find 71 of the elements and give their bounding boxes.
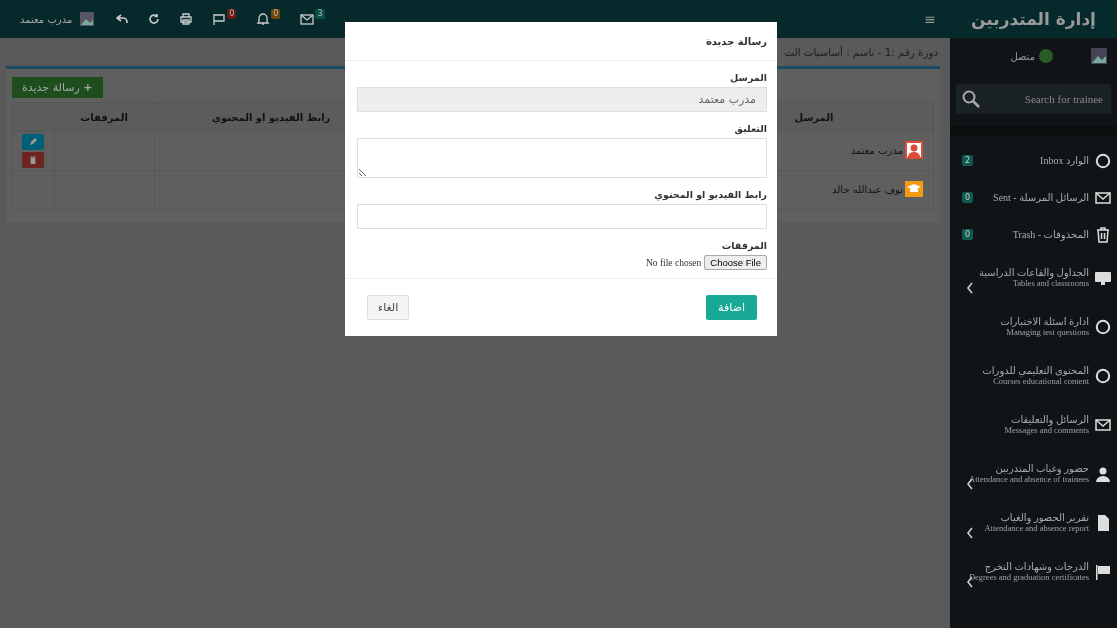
sidebar-sublabel: Attendance and absence of trainees: [969, 474, 1089, 484]
flag-icon[interactable]: [212, 13, 227, 25]
sidebar-label: الرسائل المرسلة - Sent: [993, 192, 1089, 203]
app-title: إدارة المتدربين: [971, 9, 1096, 29]
sidebar-label: تقرير الحصور والغياب: [999, 512, 1089, 523]
sidebar-icon: [1095, 563, 1111, 580]
sidebar-label: الوارد Inbox: [1040, 155, 1089, 166]
search-box[interactable]: Search for trainee: [956, 84, 1111, 114]
sidebar-icon: [1095, 416, 1111, 433]
sidebar-sublabel: Courses educational content: [993, 376, 1089, 386]
sidebar-sublabel: Degrees and graduation certificates: [968, 572, 1089, 582]
field-label: رابط الفيديو او المحتوي: [654, 189, 767, 200]
link-field[interactable]: [357, 204, 767, 229]
sidebar-icon: [1095, 152, 1111, 169]
sidebar-icon: [1095, 189, 1111, 206]
sidebar-sublabel: Messages and comments: [1004, 425, 1089, 435]
sender-name: مدرب معتمد: [850, 144, 903, 156]
avatar-icon: [1089, 46, 1109, 66]
sidebar-sublabel: Tables and classrooms: [1011, 278, 1089, 288]
delete-button[interactable]: [22, 152, 45, 168]
sidebar-icon: [1095, 465, 1111, 482]
comment-field[interactable]: [357, 138, 767, 178]
pencil-icon: [29, 138, 38, 146]
field-label: التعليق: [734, 123, 767, 134]
page-title: دورة رقم :1 - باسم : أساسيات الت: [783, 44, 939, 61]
column-header: المرفقات: [80, 111, 128, 123]
edit-button[interactable]: [22, 134, 45, 150]
reply-icon[interactable]: [116, 13, 129, 25]
count-badge: 0: [227, 9, 237, 19]
count-badge: 0: [271, 9, 281, 19]
avatar-icon[interactable]: [78, 10, 97, 28]
file-status: No file chosen: [645, 257, 702, 268]
field-label: المرفقات: [721, 240, 767, 251]
sidebar-icon: [1095, 367, 1111, 384]
sidebar-icon: [1095, 226, 1111, 243]
menu-icon[interactable]: ≡: [918, 11, 942, 27]
new-message-button[interactable]: + رسالة جديدة: [12, 77, 103, 98]
sidebar-label: الرسائل والتعليقات: [1010, 414, 1089, 425]
column-header: رابط الفيديو او المحتوي: [211, 111, 331, 123]
field-label: المرسل: [730, 72, 767, 83]
sender-name: نوف عبدالله خالد: [832, 183, 903, 195]
sidebar-icon: [1095, 269, 1111, 286]
sidebar-label: حضور وغياب المتدربين: [994, 463, 1089, 474]
printer-icon[interactable]: [180, 13, 193, 25]
count-badge: 3: [315, 9, 325, 19]
sidebar-icon: [1095, 514, 1111, 531]
cancel-button[interactable]: الغاء: [367, 295, 410, 320]
refresh-icon[interactable]: [148, 13, 161, 25]
sidebar-icon: [1095, 318, 1111, 335]
user-icon: [905, 141, 923, 159]
trash-icon: [29, 156, 38, 164]
count-badge: 2: [962, 155, 974, 166]
envelope-icon[interactable]: [300, 13, 315, 25]
sender-field[interactable]: مدرب معتمد: [357, 87, 767, 112]
search-icon[interactable]: [962, 90, 980, 108]
sidebar-sublabel: Managing test questions: [1005, 327, 1089, 337]
sidebar-sublabel: Attendance and absence report: [984, 523, 1089, 533]
bell-icon[interactable]: [256, 13, 271, 25]
user-name[interactable]: مدرب معتمد: [20, 13, 73, 25]
graduation-cap-icon: [905, 180, 923, 198]
online-status: متصل: [1010, 49, 1053, 63]
count-badge: 0: [962, 229, 974, 240]
choose-file-button[interactable]: Choose File: [704, 255, 767, 270]
sidebar-label: المحذوفات - Trash: [1012, 229, 1089, 240]
column-header: المرسل: [794, 111, 834, 123]
sidebar-label: المحتوى التعليمي للدورات: [982, 365, 1089, 376]
sidebar-label: الجداول والقاعات الدراسية: [978, 267, 1089, 278]
dialog-title: رسالة جديدة: [705, 35, 767, 47]
sidebar-label: الدرجات وشهادات التخرج: [983, 561, 1089, 572]
sidebar-label: ادارة اسئلة الاختبارات: [1000, 316, 1089, 327]
count-badge: 0: [962, 192, 974, 203]
